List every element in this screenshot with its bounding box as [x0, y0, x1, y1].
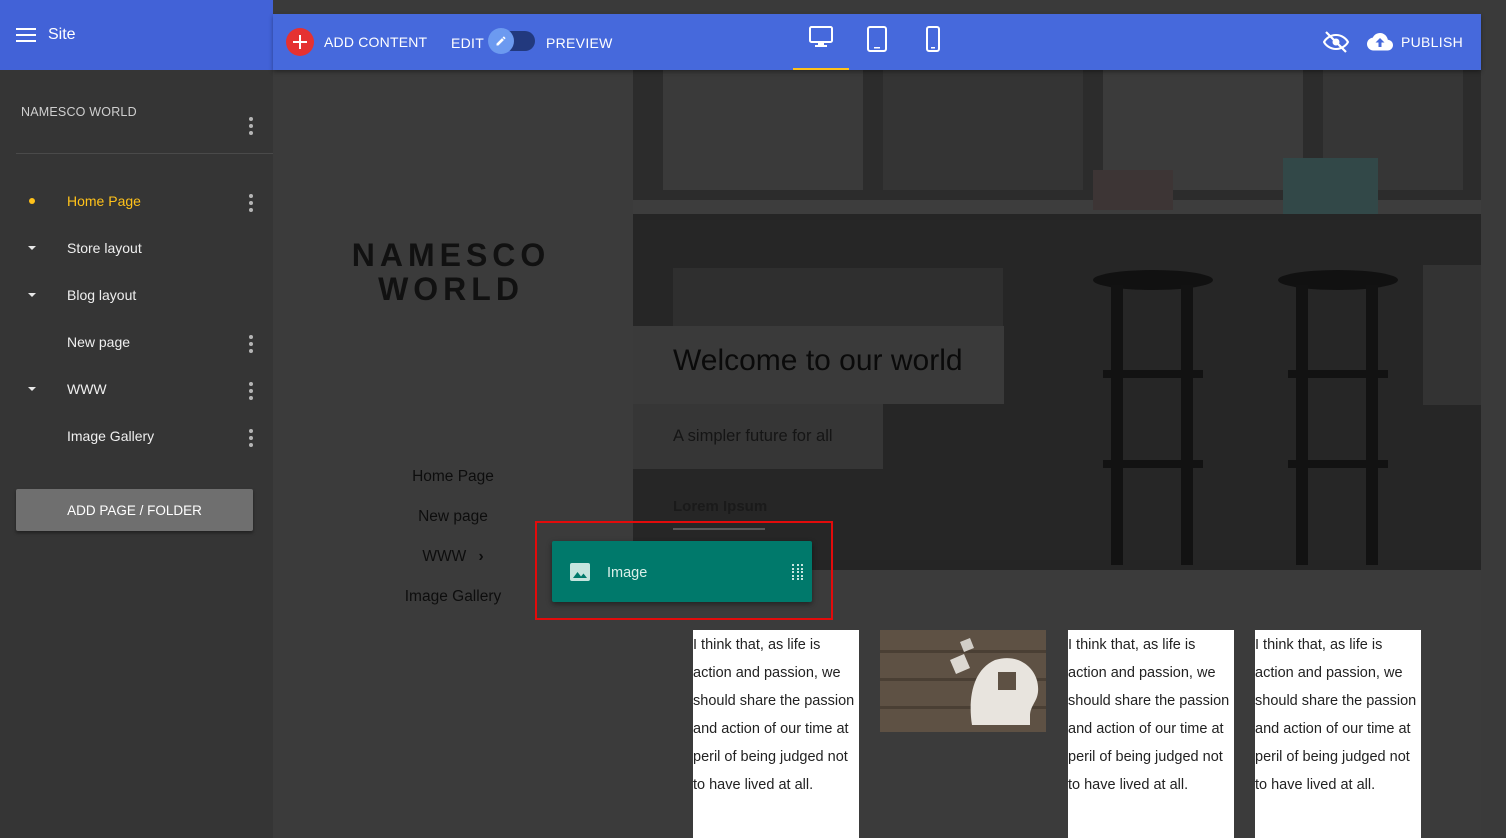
site-nav-image-gallery[interactable]: Image Gallery — [353, 588, 553, 606]
image-icon — [570, 563, 590, 581]
page-options-kebab-icon[interactable] — [249, 429, 253, 447]
sidebar: NAMESCO WORLD Home Page Store layout Blo… — [0, 70, 273, 838]
add-content-button[interactable]: ADD CONTENT — [286, 28, 427, 56]
expand-caret-icon[interactable] — [27, 384, 37, 394]
page-options-kebab-icon[interactable] — [249, 382, 253, 400]
site-nav-home-page[interactable]: Home Page — [353, 468, 553, 486]
page-options-kebab-icon[interactable] — [249, 335, 253, 353]
page-options-kebab-icon[interactable] — [249, 194, 253, 212]
content-text-column-4: I think that, as life is action and pass… — [1255, 630, 1421, 838]
editor-toolbar: ADD CONTENT EDIT PREVIEW PUBLISH — [273, 14, 1481, 70]
sidebar-item-label: Blog layout — [67, 286, 137, 303]
content-text-column-1: I think that, as life is action and pass… — [693, 630, 859, 838]
visibility-off-icon[interactable] — [1322, 31, 1349, 53]
sidebar-divider — [16, 153, 273, 154]
edit-mode-label[interactable]: EDIT — [451, 35, 484, 51]
site-name: NAMESCO WORLD — [21, 105, 137, 119]
logo-line-1: NAMESCO — [351, 237, 551, 273]
app-header: Site — [0, 0, 273, 70]
sidebar-item-www[interactable]: WWW — [0, 365, 273, 412]
device-phone-button[interactable] — [905, 26, 961, 70]
sidebar-item-home-page[interactable]: Home Page — [0, 177, 273, 224]
pencil-icon — [488, 28, 514, 54]
add-content-label: ADD CONTENT — [324, 34, 428, 50]
site-label: Site — [48, 26, 76, 43]
sidebar-item-image-gallery[interactable]: Image Gallery — [0, 412, 273, 459]
device-desktop-button[interactable] — [793, 26, 849, 70]
site-name-row: NAMESCO WORLD — [0, 70, 273, 154]
active-dot-icon — [27, 196, 37, 206]
cloud-upload-icon — [1366, 33, 1393, 51]
site-nav-new-page[interactable]: New page — [353, 508, 553, 526]
add-circle-icon — [286, 28, 314, 56]
sidebar-item-label: Home Page — [67, 192, 141, 209]
add-page-folder-button[interactable]: ADD PAGE / FOLDER — [16, 489, 253, 531]
preview-mode-label[interactable]: PREVIEW — [546, 35, 613, 51]
sidebar-item-label: Store layout — [67, 239, 142, 256]
site-options-kebab-icon[interactable] — [249, 117, 253, 135]
drag-handle-icon[interactable] — [792, 564, 803, 580]
puzzle-head-illustration — [880, 630, 1046, 732]
publish-label: PUBLISH — [1400, 34, 1463, 50]
desktop-icon — [809, 26, 833, 47]
content-text-column-3: I think that, as life is action and pass… — [1068, 630, 1234, 838]
canvas-right-gutter — [1481, 0, 1506, 838]
site-logo: NAMESCO WORLD — [351, 238, 551, 306]
logo-line-2: WORLD — [378, 271, 524, 307]
sidebar-item-store-layout[interactable]: Store layout — [0, 224, 273, 271]
chevron-right-icon: › — [478, 548, 484, 565]
site-nav-www-label: WWW — [422, 548, 467, 565]
sidebar-item-new-page[interactable]: New page — [0, 318, 273, 365]
site-nav-www[interactable]: WWW › — [353, 548, 553, 566]
expand-caret-icon[interactable] — [27, 243, 37, 253]
sidebar-item-label: WWW — [67, 380, 107, 397]
hamburger-menu-icon[interactable] — [16, 28, 36, 42]
device-tablet-button[interactable] — [849, 26, 905, 70]
expand-caret-icon[interactable] — [27, 290, 37, 300]
dragged-image-block[interactable]: Image — [552, 541, 812, 602]
puzzle-head-image — [880, 630, 1046, 732]
hero-background-image — [633, 70, 1481, 570]
hero-subtitle: A simpler future for all — [673, 427, 833, 445]
sidebar-item-blog-layout[interactable]: Blog layout — [0, 271, 273, 318]
dragged-block-label: Image — [607, 565, 648, 581]
tablet-icon — [867, 26, 887, 52]
sidebar-item-label: New page — [67, 333, 131, 350]
publish-area: PUBLISH — [1322, 31, 1463, 53]
publish-button[interactable]: PUBLISH — [1366, 32, 1463, 52]
hero-link[interactable]: Lorem Ipsum — [673, 498, 767, 515]
hero-photo-illustration — [633, 70, 1481, 570]
sidebar-item-label: Image Gallery — [67, 427, 155, 444]
phone-icon — [926, 26, 940, 52]
page-preview-canvas[interactable]: NAMESCO WORLD Home Page New page WWW › I… — [273, 70, 1481, 838]
edit-preview-toggle[interactable] — [488, 28, 535, 54]
hero-title: Welcome to our world — [673, 344, 963, 377]
